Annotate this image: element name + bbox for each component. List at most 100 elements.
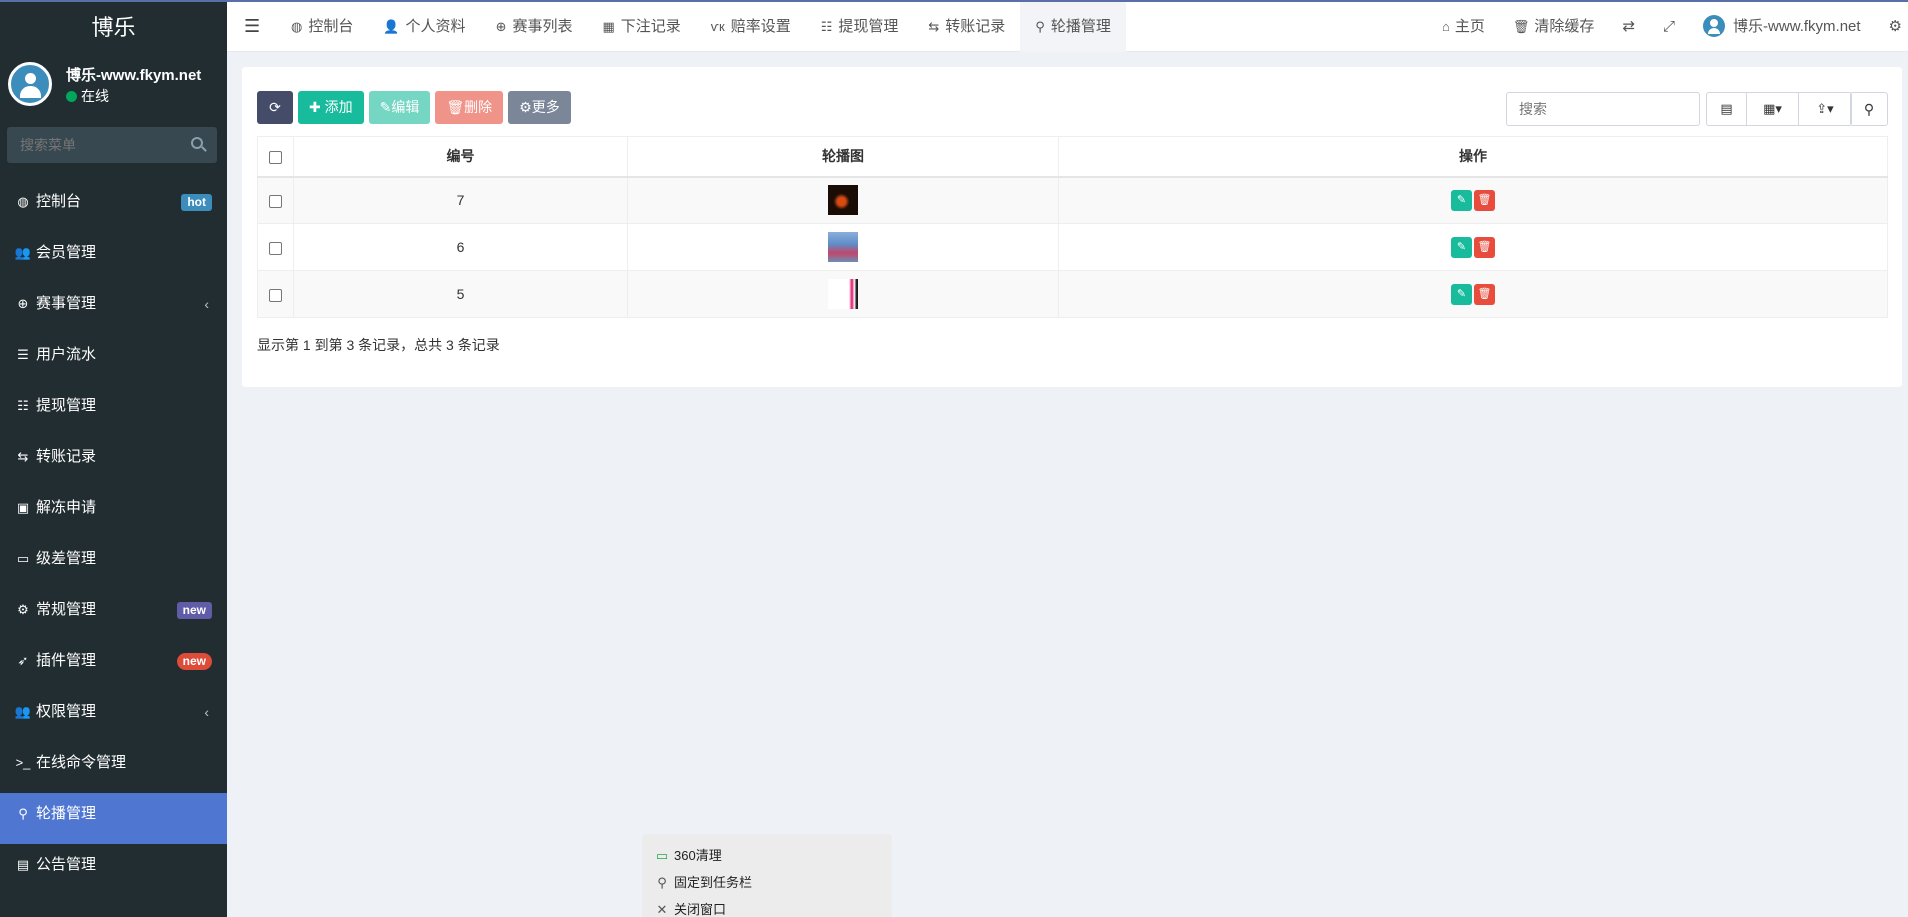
more-button[interactable]: ⚙更多 [508, 91, 571, 124]
row-checkbox[interactable] [269, 288, 282, 302]
carousel-thumbnail[interactable] [828, 279, 858, 309]
top-navbar: ☰ ◍ 控制台 👤 个人资料 ⊕ 赛事列表 ▦ 下注记录 ѵк 赔率设置 ☷ 提现管理 ⇆ 转… [227, 0, 1908, 52]
sidebar: 博乐 博乐-www.fkym.net 在线 ◍ 控制台 hot 👥 会员管理 ⊕ 赛事… [0, 0, 227, 917]
column-header-id[interactable]: 编号 [293, 136, 628, 178]
user-icon: 👤 [383, 19, 400, 34]
add-button[interactable]: ✚ 添加 [298, 91, 364, 124]
export-button[interactable]: ⇪▾ [1799, 93, 1851, 125]
row-select-cell [257, 223, 294, 271]
transfer-icon: ⇆ [928, 19, 940, 34]
search-input[interactable] [1507, 93, 1699, 125]
columns-icon: ▦▾ [1763, 101, 1782, 116]
sidebar-item-permissions[interactable]: 👥 权限管理 ‹ [0, 691, 227, 742]
carousel-thumbnail[interactable] [828, 185, 858, 216]
avatar [8, 62, 52, 106]
edit-button[interactable]: ✎编辑 [368, 91, 431, 124]
sidebar-item-online-command[interactable]: >_ 在线命令管理 [0, 742, 227, 793]
select-all-checkbox[interactable] [269, 151, 282, 165]
sidebar-item-events[interactable]: ⊕ 赛事管理 ‹ [0, 283, 227, 334]
sidebar-item-level-diff[interactable]: ▭ 级差管理 [0, 538, 227, 589]
navbar-right: ⌂ 主页 🗑 清除缓存 ⇄ ⤢ 博乐-www.fkym.net ⚙ [1428, 2, 1908, 52]
user-menu-label: 博乐-www.fkym.net [1733, 18, 1861, 35]
sidebar-item-label: 级差管理 [36, 550, 97, 567]
sidebar-item-withdraw[interactable]: ☷ 提现管理 [0, 385, 227, 436]
toolbar: ⟳ ✚ 添加 ✎编辑 🗑删除 ⚙更多 [257, 91, 571, 124]
user-status-label: 在线 [81, 88, 109, 104]
sidebar-item-notice[interactable]: ▤ 公告管理 [0, 844, 227, 895]
sidebar-item-label: 控制台 [36, 193, 82, 210]
terminal-icon: >_ [15, 755, 31, 770]
sidebar-search-input[interactable] [7, 127, 177, 163]
sidebar-item-plugins[interactable]: ➶ 插件管理 new [0, 640, 227, 691]
trash-icon: 🗑 [1477, 287, 1492, 300]
tab-label: 赛事列表 [512, 18, 573, 35]
menu-toggle-icon[interactable]: ☰ [244, 16, 260, 37]
fullscreen-icon[interactable]: ⤢ [1649, 2, 1689, 52]
tab-carousel[interactable]: ⚲ 轮播管理 [1020, 2, 1126, 52]
actions-cell: ✎ 🗑 [1058, 223, 1888, 271]
sidebar-item-user-flow[interactable]: ☰ 用户流水 [0, 334, 227, 385]
sidebar-item-label: 插件管理 [36, 652, 97, 669]
context-item-pin-taskbar[interactable]: ⚲ 固定到任务栏 [642, 869, 892, 896]
user-name: 博乐-www.fkym.net [66, 67, 202, 84]
search-icon[interactable] [191, 137, 203, 149]
home-link[interactable]: ⌂ 主页 [1428, 2, 1499, 52]
tab-odds-settings[interactable]: ѵк 赔率设置 [696, 2, 806, 52]
clear-cache-link[interactable]: 🗑 清除缓存 [1499, 2, 1609, 52]
translate-icon[interactable]: ⇄ [1608, 2, 1649, 52]
tab-bet-records[interactable]: ▦ 下注记录 [587, 2, 695, 52]
notice-icon: ▤ [16, 857, 30, 872]
tab-dashboard[interactable]: ◍ 控制台 [276, 2, 368, 52]
list-icon: ☰ [17, 347, 29, 362]
tab-label: 轮播管理 [1050, 18, 1111, 35]
settings-icon[interactable]: ⚙ [1875, 2, 1908, 52]
toggle-view-button[interactable]: ▤ [1707, 93, 1747, 125]
cogs-icon: ⚙ [17, 602, 29, 617]
sidebar-item-label: 用户流水 [36, 346, 97, 363]
row-edit-button[interactable]: ✎ [1451, 283, 1472, 305]
context-item-360-clean[interactable]: ▭ 360清理 [642, 842, 892, 869]
row-delete-button[interactable]: 🗑 [1474, 189, 1495, 211]
column-header-image[interactable]: 轮播图 [627, 136, 1059, 178]
sidebar-item-general[interactable]: ⚙ 常规管理 new [0, 589, 227, 640]
row-edit-button[interactable]: ✎ [1451, 189, 1472, 211]
row-delete-button[interactable]: 🗑 [1474, 236, 1495, 258]
search-button[interactable]: ⚲ [1850, 92, 1888, 126]
carousel-thumbnail[interactable] [828, 232, 858, 262]
table-row: 5 ✎ 🗑 [257, 270, 1888, 318]
row-edit-button[interactable]: ✎ [1451, 236, 1472, 258]
sidebar-item-members[interactable]: 👥 会员管理 [0, 232, 227, 283]
columns-button[interactable]: ▦▾ [1747, 93, 1799, 125]
row-checkbox[interactable] [269, 195, 282, 209]
close-icon: ✕ [656, 902, 668, 917]
search-icon: ⚲ [1863, 101, 1875, 117]
table-search [1506, 92, 1700, 126]
context-menu: ▭ 360清理 ⚲ 固定到任务栏 ✕ 关闭窗口 [642, 834, 892, 917]
user-menu[interactable]: 博乐-www.fkym.net [1689, 2, 1875, 52]
delete-button[interactable]: 🗑删除 [435, 91, 504, 124]
refresh-button[interactable]: ⟳ [257, 91, 293, 124]
tab-bar: ◍ 控制台 👤 个人资料 ⊕ 赛事列表 ▦ 下注记录 ѵк 赔率设置 ☷ 提现管理 ⇆ 转账记… [276, 2, 1126, 52]
sidebar-item-label: 轮播管理 [36, 805, 97, 822]
row-checkbox[interactable] [269, 241, 282, 255]
tab-withdraw[interactable]: ☷ 提现管理 [806, 2, 914, 52]
view-button-group: ▤ ▦▾ ⇪▾ [1706, 92, 1852, 126]
sidebar-item-carousel[interactable]: ⚲ 轮播管理 [0, 793, 227, 844]
add-label: 添加 [324, 99, 353, 115]
brand-logo[interactable]: 博乐 [0, 0, 227, 52]
sidebar-item-dashboard[interactable]: ◍ 控制台 hot [0, 181, 227, 232]
sidebar-item-unfreeze[interactable]: ▣ 解冻申请 [0, 487, 227, 538]
chevron-left-icon: ‹ [204, 704, 209, 720]
carousel-icon: ⚲ [18, 806, 28, 821]
online-dot-icon [66, 91, 77, 102]
sidebar-item-transfer[interactable]: ⇆ 转账记录 [0, 436, 227, 487]
sidebar-item-label: 会员管理 [36, 244, 97, 261]
row-delete-button[interactable]: 🗑 [1474, 283, 1495, 305]
tab-profile[interactable]: 👤 个人资料 [368, 2, 480, 52]
tab-transfer[interactable]: ⇆ 转账记录 [913, 2, 1020, 52]
actions-cell: ✎ 🗑 [1058, 270, 1888, 318]
sidebar-menu: ◍ 控制台 hot 👥 会员管理 ⊕ 赛事管理 ‹ ☰ 用户流水 ☷ 提现管理 ⇆ 转账记录… [0, 181, 227, 895]
image-icon: ▣ [16, 500, 30, 515]
context-item-close-window[interactable]: ✕ 关闭窗口 [642, 896, 892, 917]
tab-event-list[interactable]: ⊕ 赛事列表 [481, 2, 588, 52]
